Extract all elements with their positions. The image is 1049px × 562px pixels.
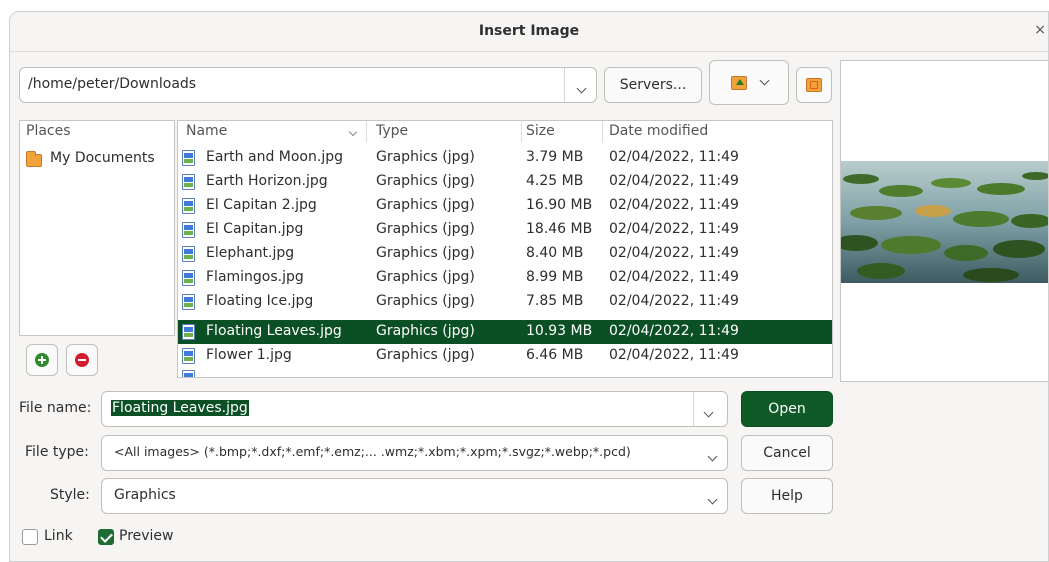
image-file-icon [182,198,195,214]
file-row[interactable]: El Capitan 2.jpg Graphics (jpg) 16.90 MB… [178,194,832,218]
image-file-icon [182,246,195,262]
link-checkbox[interactable] [22,529,38,545]
title-bar: Insert Image × [10,12,1048,52]
file-row[interactable]: El Capitan.jpg Graphics (jpg) 18.46 MB 0… [178,218,832,242]
path-combobox[interactable]: /home/peter/Downloads [19,67,597,103]
file-type-select[interactable]: <All images> (*.bmp;*.dxf;*.emf;*.emz;..… [101,435,728,471]
image-file-icon [182,324,195,340]
sort-chevron-icon [348,123,358,139]
file-type-label: File type: [25,444,89,460]
image-file-icon [182,294,195,310]
file-name-value: Floating Leaves.jpg [111,400,249,416]
places-pane: Places My Documents [19,120,175,336]
file-row[interactable]: Floating Ice.jpg Graphics (jpg) 7.85 MB … [178,290,832,314]
file-name-input[interactable]: Floating Leaves.jpg [101,391,728,427]
file-row-selected[interactable]: Floating Leaves.jpg Graphics (jpg) 10.93… [178,320,832,344]
file-row[interactable]: Elephant.jpg Graphics (jpg) 8.40 MB 02/0… [178,242,832,266]
preview-image [841,161,1048,283]
chevron-down-icon[interactable] [703,404,714,420]
cancel-button[interactable]: Cancel [741,435,833,471]
image-file-icon [182,150,195,166]
help-button[interactable]: Help [741,478,833,514]
image-file-icon [182,222,195,238]
file-row[interactable]: Flower 1.jpg Graphics (jpg) 6.46 MB 02/0… [178,344,832,368]
column-header-date[interactable]: Date modified [609,123,708,139]
file-list[interactable]: Name Type Size Date modified Earth and M… [177,120,833,378]
places-item-my-documents[interactable]: My Documents [24,149,174,171]
chevron-down-icon [707,448,718,464]
file-row[interactable]: Earth Horizon.jpg Graphics (jpg) 4.25 MB… [178,170,832,194]
folder-icon [26,151,42,167]
style-label: Style: [50,487,90,503]
chevron-down-icon [707,491,718,507]
column-header-name[interactable]: Name [186,123,227,139]
chevron-down-icon [759,75,769,86]
image-file-icon [182,348,195,364]
preview-label: Preview [119,528,174,544]
places-header: Places [26,123,71,139]
image-file-icon [182,174,195,190]
open-button[interactable]: Open [741,391,833,427]
file-row[interactable]: Flamingos.jpg Graphics (jpg) 8.99 MB 02/… [178,266,832,290]
image-preview-pane [840,60,1048,382]
servers-button[interactable]: Servers... [604,67,702,103]
dialog-title: Insert Image [478,23,580,39]
close-icon[interactable]: × [1034,22,1046,38]
places-item-label: My Documents [50,150,155,166]
column-header-size[interactable]: Size [526,123,555,139]
image-file-icon [182,270,195,286]
file-name-label: File name: [19,400,92,416]
add-place-button[interactable] [26,344,58,376]
link-label: Link [44,528,73,544]
image-file-icon [182,370,195,377]
remove-place-button[interactable] [66,344,98,376]
column-header-type[interactable]: Type [376,123,408,139]
chevron-down-icon[interactable] [576,80,587,96]
preview-checkbox[interactable] [98,529,114,545]
remove-icon [75,353,89,367]
new-folder-icon [806,78,822,92]
new-folder-button[interactable] [796,67,832,103]
style-value: Graphics [114,487,176,503]
insert-image-dialog: Insert Image × /home/peter/Downloads Ser… [9,11,1049,562]
add-icon [35,353,49,367]
go-up-folder-button[interactable] [709,60,789,105]
file-row[interactable]: Earth and Moon.jpg Graphics (jpg) 3.79 M… [178,146,832,170]
file-type-value: <All images> (*.bmp;*.dxf;*.emf;*.emz;..… [114,444,631,459]
path-value: /home/peter/Downloads [28,76,197,92]
folder-up-icon [730,75,747,90]
style-select[interactable]: Graphics [101,478,728,514]
